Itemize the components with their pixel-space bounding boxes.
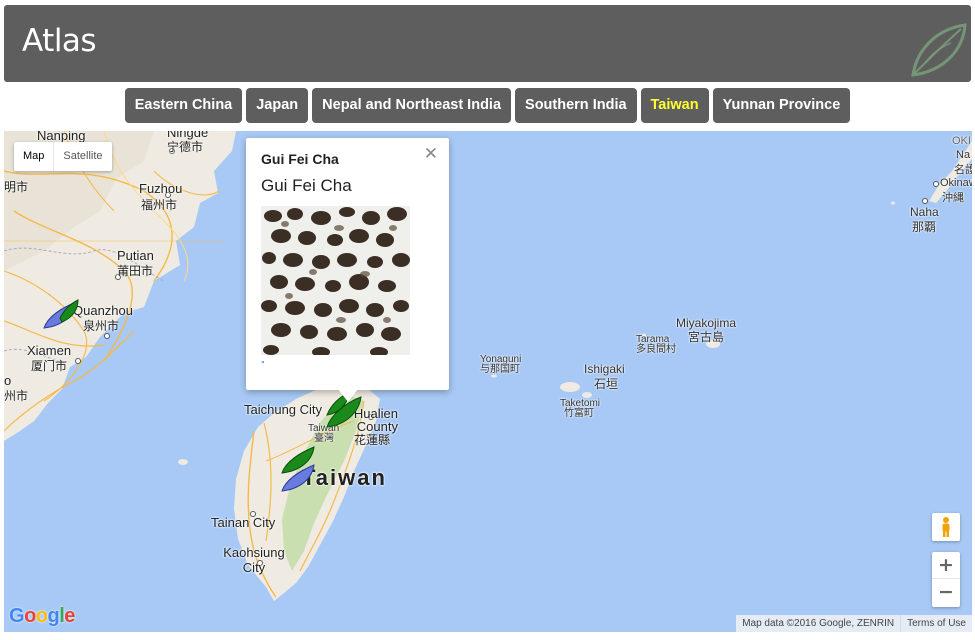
label-okinawa: Okinawa <box>940 177 972 189</box>
zoom-in-button[interactable]: + <box>932 552 960 579</box>
label-top-right-2: Na <box>956 149 971 161</box>
label-top-right-3: 名護 <box>954 164 972 176</box>
label-taketomi-han: 竹富町 <box>564 408 594 419</box>
tab-yunnan-province[interactable]: Yunnan Province <box>712 88 851 123</box>
region-tabs: Eastern China Japan Nepal and Northeast … <box>0 88 975 124</box>
label-naha-han: 那覇 <box>912 220 937 234</box>
tab-southern-india[interactable]: Southern India <box>515 88 637 123</box>
zoom-out-button[interactable]: − <box>932 579 960 606</box>
label-fuzhou-han: 福州市 <box>141 198 178 212</box>
attribution-text: Map data ©2016 Google, ZENRIN <box>736 615 901 632</box>
label-putian-han: 莆田市 <box>117 264 154 278</box>
label-left-partial-2: 州市 <box>4 389 29 403</box>
label-taiwan-small-han: 臺灣 <box>314 433 334 444</box>
central-taiwan-tea-marker[interactable] <box>280 445 318 493</box>
pegman-icon <box>942 517 950 537</box>
label-taichung: Taichung City <box>244 402 323 417</box>
label-yonaguni-han: 与那国町 <box>480 364 520 375</box>
label-quanzhou-han: 泉州市 <box>83 319 120 333</box>
map-type-control: Map Satellite <box>14 142 112 171</box>
label-top-right-1: OKI <box>952 135 971 147</box>
map-attribution: Map data ©2016 Google, ZENRIN Terms of U… <box>736 615 972 632</box>
label-hualien-han: 花蓮縣 <box>354 433 391 447</box>
app-title: Atlas <box>22 23 97 59</box>
app-header: Atlas <box>4 5 971 82</box>
label-putian: Putian <box>117 248 154 263</box>
tab-japan[interactable]: Japan <box>246 88 309 123</box>
label-naha: Naha <box>910 205 939 219</box>
label-xiamen: Xiamen <box>27 343 72 358</box>
label-quanzhou: Quanzhou <box>73 303 133 318</box>
map-type-satellite-button[interactable]: Satellite <box>53 142 111 171</box>
tab-nepal-northeast-india[interactable]: Nepal and Northeast India <box>312 88 512 123</box>
label-left-partial-3: o <box>4 373 12 388</box>
info-window-link[interactable]: " <box>261 360 265 369</box>
tab-taiwan[interactable]: Taiwan <box>640 88 709 123</box>
tab-eastern-china[interactable]: Eastern China <box>124 88 243 123</box>
info-window: ✕ Gui Fei Cha Gui Fei Cha " <box>246 138 449 390</box>
tea-leaves-photo <box>261 206 410 355</box>
label-kaohsiung: Kaohsiung City <box>223 545 285 575</box>
map-type-map-button[interactable]: Map <box>14 142 53 171</box>
label-miyakojima-han: 宮古島 <box>688 330 725 344</box>
street-view-control[interactable] <box>932 513 960 541</box>
label-left-partial-1: 明市 <box>4 180 29 194</box>
quanzhou-tea-marker[interactable] <box>42 298 80 332</box>
zoom-control: + − <box>932 552 960 607</box>
label-okinawa-han: 沖縄 <box>942 192 964 204</box>
leaf-icon <box>911 23 967 77</box>
close-icon[interactable]: ✕ <box>424 144 438 164</box>
label-fuzhou: Fuzhou <box>139 181 183 196</box>
google-logo[interactable]: Google <box>9 605 75 628</box>
label-ishigaki: Ishigaki <box>584 362 625 376</box>
info-window-subtitle: Gui Fei Cha <box>261 176 352 195</box>
map-canvas[interactable]: Nanping Ningde 宁德市 Fuzhou 福州市 Putian 莆田市… <box>4 131 972 632</box>
label-ishigaki-han: 石垣 <box>594 377 619 391</box>
terms-of-use-link[interactable]: Terms of Use <box>900 615 972 632</box>
label-xiamen-han: 厦门市 <box>31 359 68 373</box>
label-tainan: Tainan City <box>211 515 276 530</box>
label-ningde-han: 宁德市 <box>167 140 204 154</box>
label-tarama-han: 多良間村 <box>636 344 676 355</box>
info-window-title: Gui Fei Cha <box>261 151 339 167</box>
info-window-pointer <box>338 389 358 402</box>
